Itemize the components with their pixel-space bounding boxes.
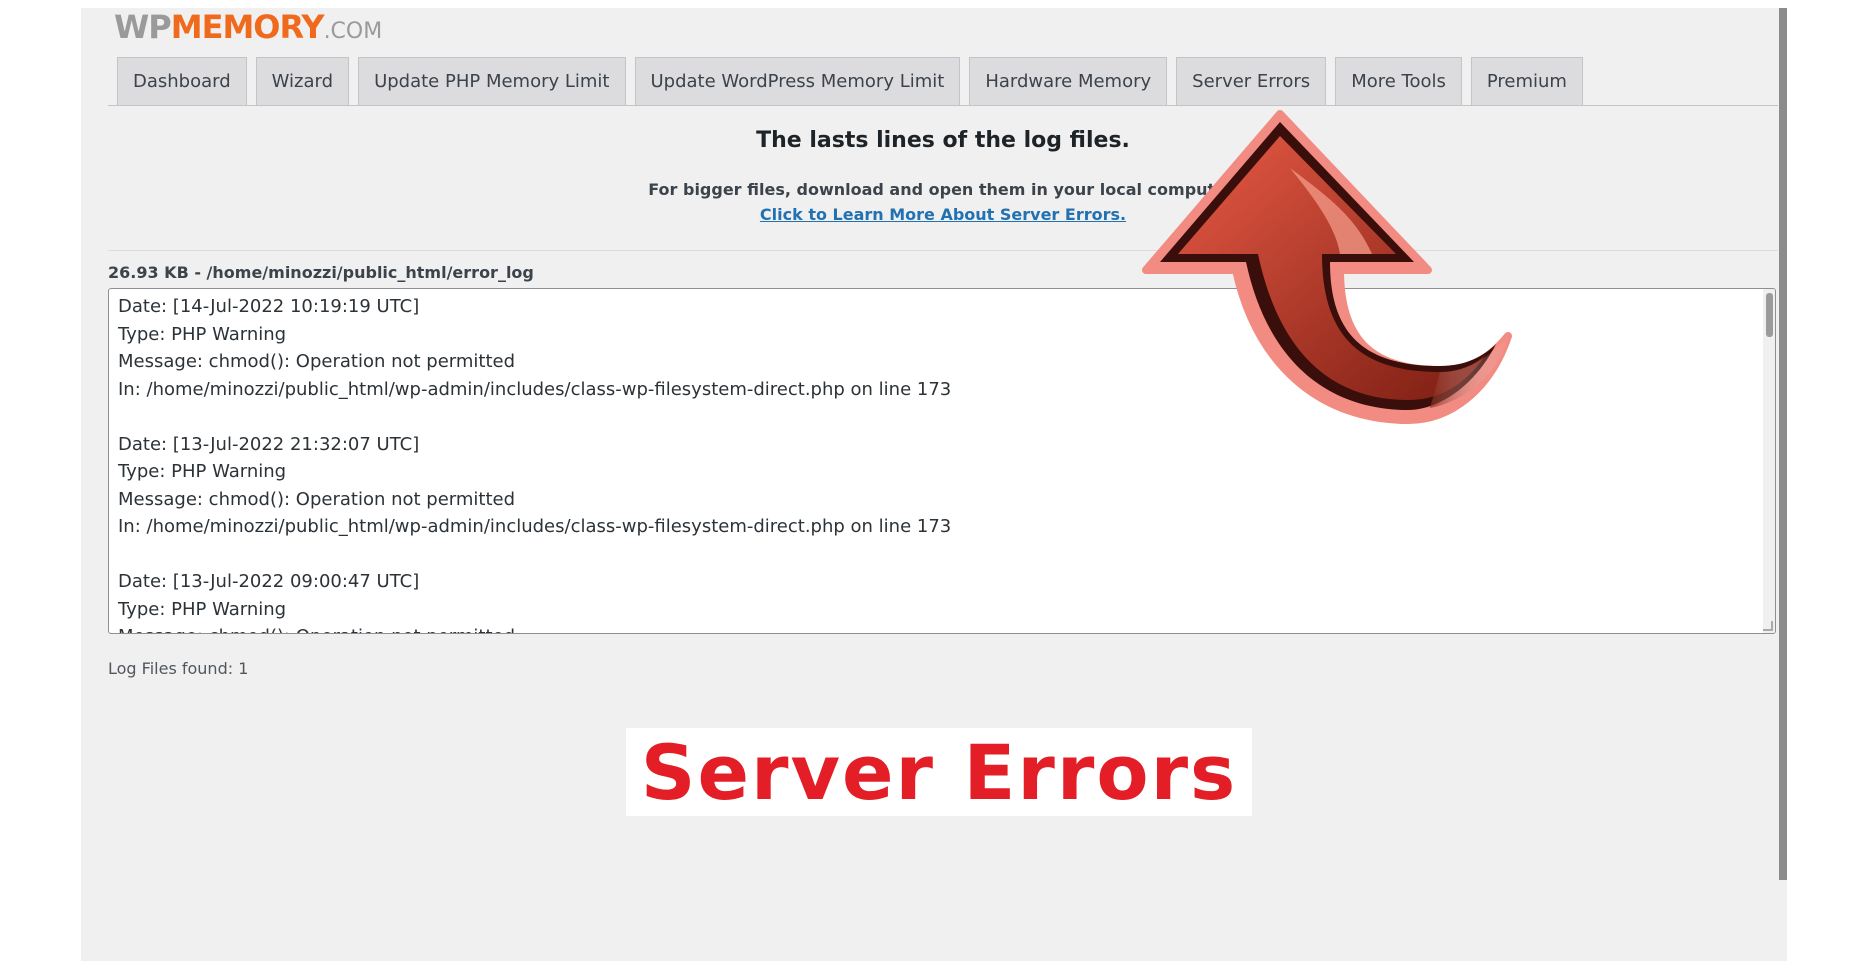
log-message: Message: chmod(): Operation not permitte… [118, 488, 516, 510]
log-location: In: /home/minozzi/public_html/wp-admin/i… [118, 516, 952, 537]
wpmemory-logo: WPMEMORY.COM [114, 8, 382, 48]
server-errors-banner: Server Errors [626, 727, 1252, 817]
log-type: Type: PHP Warning [118, 461, 287, 482]
log-file-label: 26.93 KB - /home/minozzi/public_html/err… [108, 263, 534, 282]
tab-hardware-memory[interactable]: Hardware Memory [969, 57, 1168, 105]
plugin-tabs: Dashboard Wizard Update PHP Memory Limit… [117, 57, 1592, 105]
log-scrollbar-thumb[interactable] [1766, 293, 1773, 337]
tab-more-tools[interactable]: More Tools [1335, 57, 1462, 105]
logo-memory: MEMORY [170, 8, 325, 46]
page-scrollbar[interactable] [1779, 8, 1787, 880]
logo-wp: WP [114, 8, 172, 46]
banner-text: Server Errors [640, 727, 1238, 817]
tab-update-wordpress-memory-limit[interactable]: Update WordPress Memory Limit [634, 57, 961, 105]
tab-wizard[interactable]: Wizard [255, 57, 350, 105]
tab-divider [108, 105, 1778, 106]
log-message: Message: chmod(): Operation not permitte… [118, 623, 1766, 633]
tab-server-errors[interactable]: Server Errors [1176, 57, 1327, 105]
log-date: Date: [13-Jul-2022 09:00:47 UTC] [118, 571, 420, 592]
log-date: Date: [13-Jul-2022 21:32:07 UTC] [118, 433, 420, 455]
learn-more-link[interactable]: Click to Learn More About Server Errors. [760, 205, 1126, 224]
log-files-count: Log Files found: 1 [108, 659, 249, 678]
logo-domain: .COM [323, 19, 383, 44]
log-type: Type: PHP Warning [118, 598, 287, 620]
tab-dashboard[interactable]: Dashboard [117, 57, 247, 105]
log-scrollbar[interactable] [1763, 289, 1775, 633]
tab-premium[interactable]: Premium [1470, 57, 1583, 105]
resize-grip-icon[interactable] [1763, 621, 1773, 631]
curved-arrow-icon [1142, 110, 1512, 424]
tab-update-php-memory-limit[interactable]: Update PHP Memory Limit [358, 57, 626, 105]
